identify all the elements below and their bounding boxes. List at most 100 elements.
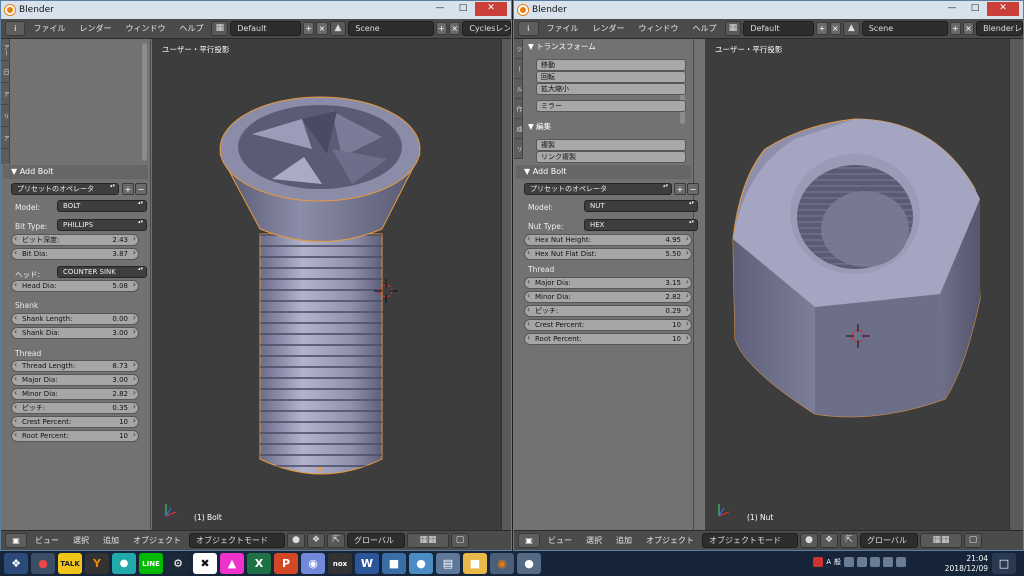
layout-field[interactable]: Default xyxy=(230,21,302,36)
add-bolt-panel-header[interactable]: ▼ Add Bolt xyxy=(516,165,691,179)
paint-app-icon[interactable]: ▲ xyxy=(220,553,244,574)
menu-window[interactable]: ウィンドウ xyxy=(633,23,685,34)
menu-view[interactable]: ビュー xyxy=(29,535,65,546)
tab-relations[interactable]: リ xyxy=(514,139,523,159)
menu-window[interactable]: ウィンドウ xyxy=(119,23,171,34)
menu-help[interactable]: ヘルプ xyxy=(173,23,209,34)
add-bolt-panel-header[interactable]: ▼ Add Bolt xyxy=(3,165,148,179)
preset-select[interactable]: プリセットのオペレータ xyxy=(11,183,119,195)
file-explorer-icon[interactable]: ▤ xyxy=(436,553,460,574)
rotate-button[interactable]: 回転 xyxy=(536,71,686,83)
shading-icon[interactable]: ● xyxy=(287,533,305,548)
tab-physics[interactable]: ア xyxy=(1,127,10,149)
edit-panel-header[interactable]: ▼ 編集 xyxy=(528,121,551,132)
maximize-button[interactable]: □ xyxy=(964,2,986,16)
menu-help[interactable]: ヘルプ xyxy=(687,23,723,34)
word-icon[interactable]: W xyxy=(355,553,379,574)
hex-nut-height-field[interactable]: Hex Nut Height:4.95 xyxy=(524,234,692,246)
folder-icon[interactable]: ■ xyxy=(463,553,487,574)
3d-cursor-icon[interactable] xyxy=(846,324,870,348)
tray-icon-3[interactable] xyxy=(870,557,880,567)
layout-icon[interactable]: ▦ xyxy=(724,21,742,36)
major-dia-field[interactable]: Major Dia:3.00 xyxy=(11,374,139,386)
bit-dia-field[interactable]: Bit Dia:3.87 xyxy=(11,248,139,260)
mode-select[interactable]: オブジェクトモード xyxy=(702,533,798,548)
notification-icon[interactable]: □ xyxy=(992,553,1016,574)
3d-cursor-icon[interactable] xyxy=(374,279,398,303)
root-percent-field[interactable]: Root Percent:10 xyxy=(524,333,692,345)
pitch-field[interactable]: ピッチ:0.29 xyxy=(524,305,692,317)
tab-create[interactable]: 作 xyxy=(514,99,523,119)
scale-button[interactable]: 拡大縮小 xyxy=(536,83,686,95)
tab-tools[interactable]: アー xyxy=(1,39,10,61)
3d-viewport[interactable]: ユーザー・平行投影 (1) Nut xyxy=(705,39,1009,530)
menu-file[interactable]: ファイル xyxy=(541,23,585,34)
discord-icon[interactable]: ◉ xyxy=(301,553,325,574)
preset-add-button[interactable]: + xyxy=(674,183,686,195)
scene-icon[interactable]: ▲ xyxy=(842,21,860,36)
tool-scrollbar[interactable] xyxy=(142,43,147,161)
3d-viewport[interactable]: ユーザー・平行投影 (1) Bolt xyxy=(152,39,501,530)
render-engine-select[interactable]: Blenderレン xyxy=(976,21,1023,36)
powerpoint-icon[interactable]: P xyxy=(274,553,298,574)
tab-tools[interactable]: ツ xyxy=(514,39,523,59)
model-select[interactable]: NUT xyxy=(584,200,698,212)
menu-add[interactable]: 追加 xyxy=(610,535,638,546)
network-icon[interactable] xyxy=(883,557,893,567)
crest-percent-field[interactable]: Crest Percent:10 xyxy=(11,416,139,428)
ime-mode-a[interactable]: A xyxy=(826,558,831,566)
render-preview-icon[interactable]: ▢ xyxy=(964,533,982,548)
view3d-editor-icon[interactable]: ▣ xyxy=(5,533,27,548)
preset-add-button[interactable]: + xyxy=(122,183,134,195)
menu-view[interactable]: ビュー xyxy=(542,535,578,546)
crest-percent-field[interactable]: Crest Percent:10 xyxy=(524,319,692,331)
manipulator-icon[interactable]: ⇱ xyxy=(840,533,858,548)
maximize-button[interactable]: □ xyxy=(452,2,474,16)
pivot-icon[interactable]: ❖ xyxy=(820,533,838,548)
layout-field[interactable]: Default xyxy=(743,21,815,36)
head-dia-field[interactable]: Head Dia:5.08 xyxy=(11,280,139,292)
blender-taskbar-icon[interactable]: ◉ xyxy=(490,553,514,574)
tray-icon-2[interactable] xyxy=(857,557,867,567)
head-select[interactable]: COUNTER SINK xyxy=(57,266,147,278)
layers-icon[interactable]: ▦▦ xyxy=(920,533,962,548)
ime-mode-b[interactable]: 般 xyxy=(834,557,841,567)
menu-render[interactable]: レンダー xyxy=(587,23,631,34)
view3d-editor-icon[interactable]: ▣ xyxy=(518,533,540,548)
remove-scene-button[interactable]: × xyxy=(449,22,461,35)
editor-type-icon[interactable]: i xyxy=(518,21,539,36)
bit-depth-field[interactable]: ビット深度:2.43 xyxy=(11,234,139,246)
excel-icon[interactable]: X xyxy=(247,553,271,574)
nut-type-select[interactable]: HEX xyxy=(584,219,698,231)
bolt-mesh[interactable] xyxy=(152,39,503,532)
menu-object[interactable]: オブジェクト xyxy=(640,535,700,546)
app-y-icon[interactable]: Y xyxy=(85,553,109,574)
hex-nut-flat-field[interactable]: Hex Nut Flat Dist:5.50 xyxy=(524,248,692,260)
steam-icon[interactable]: ⚙ xyxy=(166,553,190,574)
scene-field[interactable]: Scene xyxy=(861,21,948,36)
orientation-select[interactable]: グローバル xyxy=(860,533,918,548)
minimize-button[interactable]: — xyxy=(941,2,963,16)
menu-file[interactable]: ファイル xyxy=(27,23,71,34)
minimize-button[interactable]: — xyxy=(429,2,451,16)
character-app-icon[interactable]: ● xyxy=(112,553,136,574)
nut-mesh[interactable] xyxy=(705,39,1011,532)
remove-layout-button[interactable]: × xyxy=(829,22,841,35)
layout-icon[interactable]: ▦ xyxy=(211,21,229,36)
close-button[interactable]: ✕ xyxy=(987,2,1019,16)
add-layout-button[interactable]: + xyxy=(816,22,828,35)
bit-type-select[interactable]: PHILLIPS xyxy=(57,219,147,231)
nox-icon[interactable]: nox xyxy=(328,553,352,574)
scene-field[interactable]: Scene xyxy=(348,21,434,36)
thread-length-field[interactable]: Thread Length:8.73 xyxy=(11,360,139,372)
clock[interactable]: 21:04 2018/12/09 xyxy=(945,554,988,574)
paint-palette-icon[interactable]: ● xyxy=(517,553,541,574)
preset-remove-button[interactable]: − xyxy=(135,183,147,195)
shank-length-field[interactable]: Shank Length:0.00 xyxy=(11,313,139,325)
orientation-select[interactable]: グローバル xyxy=(347,533,405,548)
add-layout-button[interactable]: + xyxy=(303,22,315,35)
tab-relations[interactable]: ア xyxy=(1,83,10,105)
remove-scene-button[interactable]: × xyxy=(962,22,975,35)
menu-select[interactable]: 選択 xyxy=(67,535,95,546)
properties-strip[interactable] xyxy=(501,39,511,530)
